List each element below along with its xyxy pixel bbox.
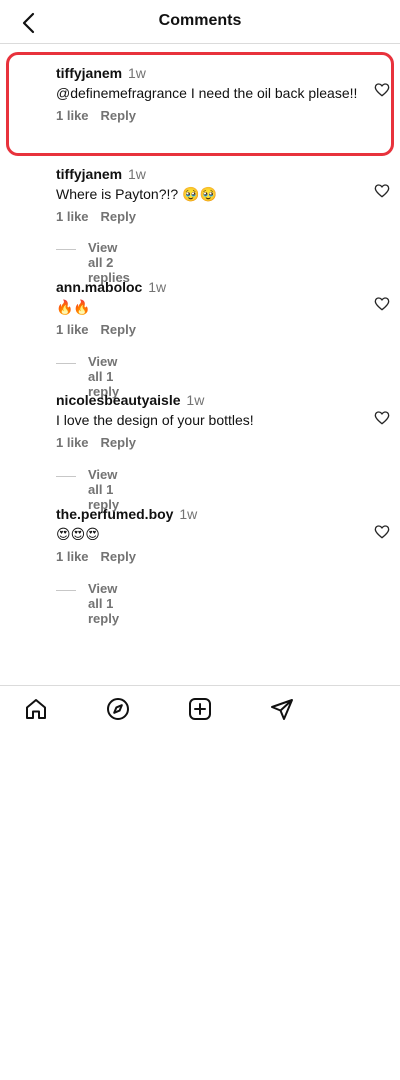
comment-like-count[interactable]: 1 like [56,549,89,564]
replies-divider [56,249,76,250]
comment-item: ann.maboloc 1w 🔥🔥 1 like Reply [0,278,400,337]
direct-message-icon [271,699,293,720]
comment-reply-button[interactable]: Reply [101,549,136,564]
comment-like-count[interactable]: 1 like [56,322,89,337]
comment-username[interactable]: tiffyjanem [56,65,122,81]
comment-username[interactable]: the.perfumed.boy [56,506,173,522]
comment-time: 1w [179,506,198,522]
comment-username[interactable]: ann.maboloc [56,279,142,295]
comments-page: Comments tiffyjanem 1w @definemefragranc… [0,0,400,1080]
comment-reply-button[interactable]: Reply [101,322,136,337]
heart-icon[interactable] [374,82,390,98]
comment-time: 1w [148,279,167,295]
comment-username[interactable]: nicolesbeautyaisle [56,392,181,408]
create-icon [189,698,211,720]
comment-item: tiffyjanem 1w @definemefragrance I need … [0,64,400,123]
heart-icon[interactable] [374,410,390,426]
page-title: Comments [158,12,242,29]
replies-divider [56,590,76,591]
comment-text: Where is Payton?!? 🥹🥹 [56,186,217,202]
replies-divider [56,476,76,477]
comment-text: @definemefragrance I need the oil back p… [56,85,358,101]
comment-like-count[interactable]: 1 like [56,435,89,450]
comment-like-count[interactable]: 1 like [56,108,89,123]
comment-text: 🔥🔥 [56,299,91,315]
comment-reply-button[interactable]: Reply [101,108,136,123]
comment-reply-button[interactable]: Reply [101,435,136,450]
comment-time: 1w [186,392,205,408]
comment-item: tiffyjanem 1w Where is Payton?!? 🥹🥹 1 li… [0,165,400,224]
heart-icon[interactable] [374,183,390,199]
comment-like-count[interactable]: 1 like [56,209,89,224]
nav-direct[interactable] [269,696,295,722]
nav-create[interactable] [187,696,213,722]
explore-icon [107,698,129,720]
bottom-nav [0,685,400,731]
nav-home[interactable] [23,696,49,722]
home-icon [26,699,46,719]
comment-reply-button[interactable]: Reply [101,209,136,224]
replies-divider [56,363,76,364]
comment-time: 1w [128,166,146,182]
nav-explore[interactable] [105,696,131,722]
comment-time: 1w [128,65,146,81]
comment-text: 😍😍😍 [56,526,100,542]
view-replies-label: View all 1 reply [88,581,120,626]
comment-item: the.perfumed.boy 1w 😍😍😍 1 like Reply [0,505,400,564]
comment-text: I love the design of your bottles! [56,412,254,428]
heart-icon[interactable] [374,524,390,540]
header: Comments [0,0,400,44]
comment-item: nicolesbeautyaisle 1w I love the design … [0,391,400,450]
heart-icon[interactable] [374,296,390,312]
comment-username[interactable]: tiffyjanem [56,166,122,182]
